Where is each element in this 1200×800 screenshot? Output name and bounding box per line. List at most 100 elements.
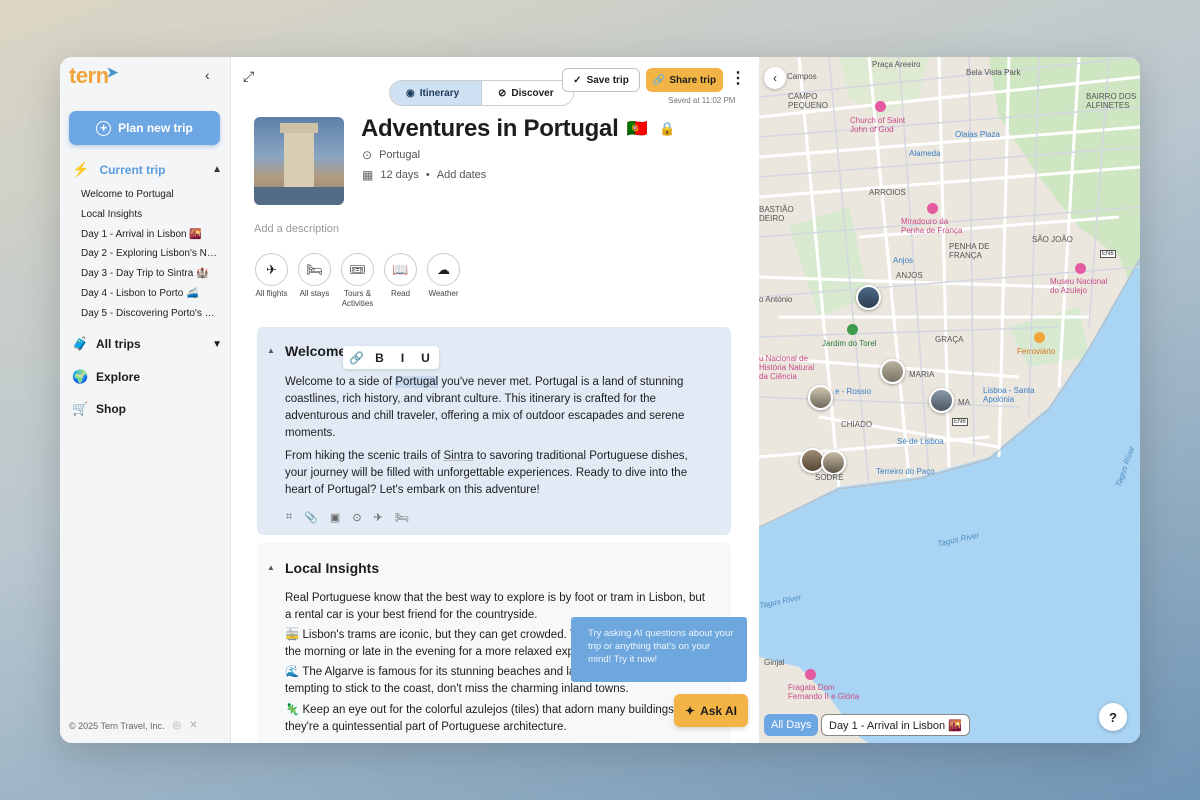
map-label: Bela Vista Park <box>966 68 1021 77</box>
bird-icon: ➤ <box>106 64 119 80</box>
trip-title[interactable]: Adventures in Portugal 🇵🇹 🔒 <box>361 115 676 143</box>
read-button[interactable]: 📖 Read <box>383 253 418 309</box>
park-poi-icon[interactable] <box>847 324 858 335</box>
italic-button[interactable]: I <box>393 351 412 365</box>
tab-discover[interactable]: ⊘ Discover <box>481 81 573 105</box>
sidebar-item-all-trips[interactable]: 🧳 All trips ▼ <box>72 336 222 352</box>
paperclip-icon[interactable]: 📎 <box>304 511 318 524</box>
all-flights-button[interactable]: ✈ All flights <box>254 253 289 309</box>
chevron-down-icon: ▼ <box>212 338 222 350</box>
trip-location[interactable]: ⊙ Portugal <box>362 148 420 162</box>
map-panel[interactable]: ‹ Praça Areeiro Bela Vista Park Campos C… <box>759 57 1140 743</box>
outline-item[interactable]: Day 5 - Discovering Porto's Charm <box>81 307 221 327</box>
section-paragraph[interactable]: 🦎 Keep an eye out for the colorful azule… <box>285 702 705 736</box>
map-label: Miradouro da Penha de França <box>901 217 963 235</box>
map-label: PENHA DE FRANÇA <box>949 242 990 260</box>
outline-item[interactable]: Day 3 - Day Trip to Sintra 🏰 <box>81 267 221 287</box>
current-trip-toggle[interactable]: ⚡ Current trip ▲ <box>72 161 222 178</box>
ai-frame-icon[interactable]: ⌗ <box>286 511 292 524</box>
place-thumbnail[interactable] <box>929 388 954 413</box>
outline-item[interactable]: Welcome to Portugal <box>81 188 221 208</box>
place-thumbnail[interactable] <box>856 285 881 310</box>
shop-label: Shop <box>96 402 126 416</box>
outline-item[interactable]: Day 4 - Lisbon to Porto 🚄 <box>81 287 221 307</box>
map-label: ANJOS <box>896 271 923 280</box>
section-title[interactable]: Local Insights <box>285 560 379 576</box>
plan-new-trip-button[interactable]: + Plan new trip <box>69 111 220 145</box>
collapse-section-icon[interactable]: ▲ <box>267 563 275 572</box>
instagram-icon[interactable]: ◎ <box>173 720 182 731</box>
map-label: o António <box>759 295 793 304</box>
museum-poi-icon[interactable] <box>1075 263 1086 274</box>
airplane-icon: ✈ <box>255 253 288 286</box>
trip-duration: 12 days <box>380 169 419 181</box>
sidebar-item-explore[interactable]: 🌍 Explore <box>72 369 222 385</box>
place-thumbnail[interactable] <box>880 359 905 384</box>
more-options-icon[interactable]: ⋮ <box>730 69 746 89</box>
sidebar-item-shop[interactable]: 🛒 Shop <box>72 401 222 417</box>
section-paragraph[interactable]: From hiking the scenic trails of Sintra … <box>285 448 705 499</box>
map-label: Ferroviário <box>1017 347 1056 356</box>
expand-icon[interactable]: ⤢ <box>243 68 254 85</box>
bold-button[interactable]: B <box>370 351 389 365</box>
map-label: Jardim do Torel <box>822 339 877 348</box>
ask-ai-label: Ask AI <box>700 703 737 718</box>
location-pin-icon[interactable]: ⊙ <box>352 511 361 524</box>
add-dates-link[interactable]: Add dates <box>437 169 487 181</box>
section-welcome[interactable]: ▲ Welcome to P Welcome to a side of Port… <box>257 327 731 535</box>
airplane-icon[interactable]: ✈ <box>374 511 383 524</box>
lock-icon[interactable]: 🔒 <box>659 121 675 137</box>
description-field[interactable]: Add a description <box>254 223 339 235</box>
save-trip-button[interactable]: ✓ Save trip <box>562 68 640 92</box>
share-trip-button[interactable]: 🔗 Share trip <box>646 68 723 92</box>
cover-water <box>254 187 344 205</box>
church-poi-icon[interactable] <box>875 101 886 112</box>
map-back-button[interactable]: ‹ <box>764 67 786 89</box>
block-toolbar: ⌗ 📎 ▣ ⊙ ✈ 🛏 <box>286 511 409 524</box>
rail-poi-icon[interactable] <box>1034 332 1045 343</box>
outline-item[interactable]: Day 2 - Exploring Lisbon's Neighborhoods <box>81 247 221 267</box>
outline-item[interactable]: Day 1 - Arrival in Lisbon 🌇 <box>81 228 221 248</box>
map-label: Anjos <box>893 256 914 265</box>
selected-text: Portugal <box>395 376 439 388</box>
view-toggle: ◉ Itinerary ⊘ Discover <box>389 80 574 106</box>
map-label: ARROIOS <box>869 188 906 197</box>
quick-actions: ✈ All flights 🛏 All stays 🎟 Tours & Activit… <box>254 253 461 309</box>
plus-icon: + <box>96 120 112 136</box>
ai-tooltip: Try asking AI questions about your trip … <box>571 617 747 682</box>
place-thumbnail[interactable] <box>808 385 833 410</box>
underline-button[interactable]: U <box>416 351 435 365</box>
chevron-up-icon: ▲ <box>212 164 222 175</box>
tours-activities-button[interactable]: 🎟 Tours & Activities <box>340 253 375 309</box>
bed-icon: 🛏 <box>298 253 331 286</box>
tab-itinerary-label: Itinerary <box>419 87 460 99</box>
trip-outline-list: Welcome to Portugal Local Insights Day 1… <box>81 188 221 327</box>
section-paragraph[interactable]: Welcome to a side of Portugal you've nev… <box>285 374 705 442</box>
viewpoint-poi-icon[interactable] <box>927 203 938 214</box>
tours-activities-label: Tours & Activities <box>341 289 374 308</box>
tern-logo[interactable]: tern➤ <box>69 63 120 89</box>
all-days-chip[interactable]: All Days <box>764 714 819 736</box>
trip-cover-image[interactable] <box>254 117 344 205</box>
map-label: u Nacional de História Natural da Ciênci… <box>759 354 815 381</box>
place-thumbnail[interactable] <box>821 450 846 475</box>
place-link[interactable]: Sintra <box>444 450 474 462</box>
ask-ai-button[interactable]: ✦ Ask AI <box>674 694 748 727</box>
cloud-icon: ☁ <box>427 253 460 286</box>
bed-icon[interactable]: 🛏 <box>395 511 409 524</box>
all-stays-button[interactable]: 🛏 All stays <box>297 253 332 309</box>
image-icon[interactable]: ▣ <box>330 511 340 524</box>
weather-button[interactable]: ☁ Weather <box>426 253 461 309</box>
map-label: Museu Nacional do Azulejo <box>1050 277 1108 295</box>
x-icon[interactable]: ✕ <box>189 720 197 731</box>
tab-itinerary[interactable]: ◉ Itinerary <box>390 81 481 105</box>
link-icon[interactable]: 🔗 <box>347 351 366 365</box>
outline-item[interactable]: Local Insights <box>81 208 221 228</box>
luggage-icon: 🧳 <box>72 336 89 351</box>
help-button[interactable]: ? <box>1099 703 1127 731</box>
tab-discover-label: Discover <box>511 87 554 99</box>
collapse-section-icon[interactable]: ▲ <box>267 346 275 355</box>
ship-poi-icon[interactable] <box>805 669 816 680</box>
day-filter-chip[interactable]: Day 1 - Arrival in Lisbon 🌇 <box>821 714 970 736</box>
collapse-sidebar-button[interactable]: ‹ <box>205 67 221 83</box>
